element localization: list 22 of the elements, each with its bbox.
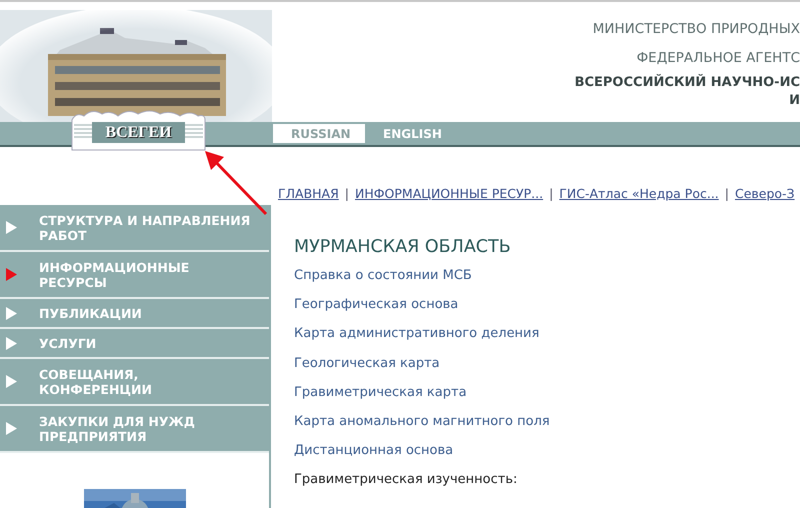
header-text: И bbox=[789, 93, 800, 109]
content-link[interactable]: Карта административного деления bbox=[294, 326, 540, 342]
breadcrumb-link[interactable]: ИНФОРМАЦИОННЫЕ РЕСУР... bbox=[355, 186, 544, 201]
breadcrumb-separator: | bbox=[724, 186, 729, 201]
page-title: МУРМАНСКАЯ ОБЛАСТЬ bbox=[294, 236, 512, 259]
content-link[interactable]: Дистанционная основа bbox=[294, 443, 454, 458]
pointer-arrow bbox=[205, 151, 268, 216]
header-text: ФЕДЕРАЛЬНОЕ АГЕНТС bbox=[636, 50, 800, 66]
content-link[interactable]: Карта аномального магнитного поля bbox=[294, 414, 550, 429]
header-text: ВСЕРОССИЙСКИЙ НАУЧНО-ИС bbox=[574, 75, 800, 91]
header-text: МИНИСТЕРСТВО ПРИРОДНЫХ bbox=[592, 21, 800, 37]
content-link[interactable]: Географическая основа bbox=[294, 297, 458, 312]
content-link[interactable]: Геологическая карта bbox=[294, 356, 440, 371]
logo-text: ВСЕГЕИ bbox=[92, 122, 185, 143]
content-link[interactable]: Гравиметрическая карта bbox=[294, 384, 467, 400]
section-label: Гравиметрическая изученность: bbox=[294, 472, 518, 488]
breadcrumb-separator: | bbox=[549, 186, 554, 201]
breadcrumb-link[interactable]: ГИС-Атлас «Недра Рос... bbox=[559, 186, 719, 201]
content-link[interactable]: Справка о состоянии МСБ bbox=[294, 268, 472, 283]
breadcrumb-link[interactable]: ГЛАВНАЯ bbox=[278, 186, 339, 201]
breadcrumb-link[interactable]: Северо-З bbox=[734, 186, 795, 201]
breadcrumb-separator: | bbox=[344, 186, 350, 201]
